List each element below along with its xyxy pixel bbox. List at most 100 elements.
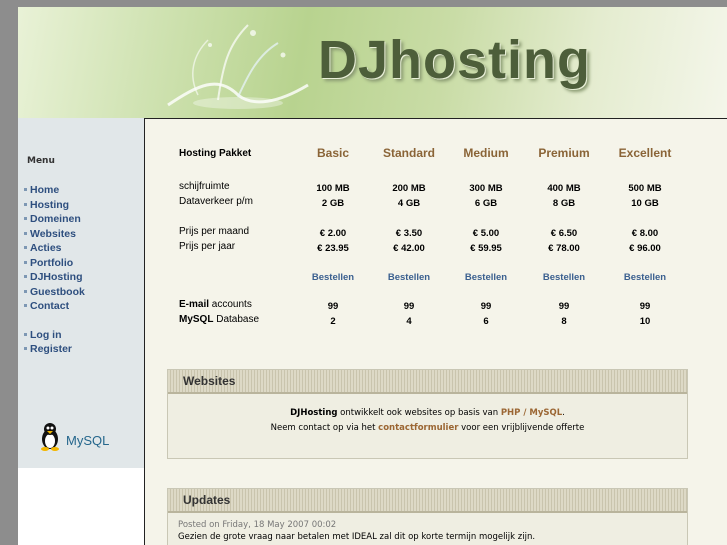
order-button-standard[interactable]: Bestellen — [374, 272, 444, 283]
value-cell: 99 — [558, 301, 570, 312]
value-cell: 2 — [330, 316, 336, 327]
bullet-icon — [24, 347, 27, 350]
bullet-icon — [24, 188, 27, 191]
row-label-email-bold: E-mail — [179, 299, 210, 310]
sidebar-item-label: Websites — [30, 227, 76, 240]
sidebar-item-home[interactable]: Home — [24, 183, 85, 198]
value-cell: 400 MB — [547, 183, 581, 194]
plan-header-standard: Standard — [382, 146, 435, 160]
sidebar-item-hosting[interactable]: Hosting — [24, 198, 85, 213]
value-cell: 4 — [406, 316, 412, 327]
websites-text: Neem contact op via het — [270, 423, 379, 433]
bullet-icon — [24, 231, 27, 235]
websites-line-1: DJHosting ontwikkelt ook websites op bas… — [168, 406, 687, 421]
site-logo[interactable]: DJhosting — [318, 29, 591, 91]
php-mysql-link[interactable]: PHP / MySQL — [501, 408, 562, 418]
sidebar-item-label: Contact — [30, 300, 70, 312]
websites-text-end: . — [562, 408, 565, 418]
sidebar-item-guestbook[interactable]: Guestbook — [24, 285, 85, 300]
sidebar-item-domeinen[interactable]: Domeinen — [24, 212, 85, 227]
bullet-icon — [24, 260, 27, 264]
websites-text: ontwikkelt ook websites op basis van — [337, 408, 501, 418]
sidebar-item-portfolio[interactable]: Portfolio — [24, 256, 85, 271]
sidebar-item-djhosting[interactable]: DJHosting — [24, 270, 85, 285]
row-label-mysql-bold: MySQL — [179, 314, 214, 325]
contactformulier-link[interactable]: contactformulier — [378, 423, 458, 433]
value-cell: 10 — [639, 316, 651, 327]
plan-header-excellent: Excellent — [618, 146, 672, 160]
row-label-prijs-jaar: Prijs per jaar — [179, 241, 236, 252]
bullet-icon — [24, 246, 27, 249]
technology-badges: MySQL — [34, 421, 138, 453]
order-button-premium[interactable]: Bestellen — [529, 272, 599, 283]
value-cell: € 96.00 — [629, 243, 661, 254]
value-cell: 4 GB — [397, 198, 421, 209]
menu-title: Menu — [27, 156, 55, 166]
value-cell: 8 GB — [552, 198, 576, 209]
bullet-icon — [24, 275, 27, 278]
bullet-icon — [24, 304, 27, 307]
update-entry: Posted on Friday, 18 May 2007 00:02 Gezi… — [168, 513, 687, 543]
value-cell: 8 — [561, 316, 567, 327]
value-cell: € 8.00 — [631, 228, 659, 239]
row-label-email: E-mail accounts — [179, 299, 252, 310]
water-splash-graphic — [167, 24, 309, 109]
value-cell: € 59.95 — [470, 243, 502, 254]
page-frame: DJhosting Menu Home Hosting Domeinen Web… — [18, 7, 727, 545]
sidebar-item-login[interactable]: Log in — [24, 328, 85, 343]
updates-panel: Updates Posted on Friday, 18 May 2007 00… — [167, 488, 688, 545]
websites-panel-body: DJHosting ontwikkelt ook websites op bas… — [168, 394, 687, 436]
row-label-mysql: MySQL Database — [179, 314, 259, 325]
value-cell: 300 MB — [469, 183, 503, 194]
linux-penguin-icon — [41, 423, 59, 451]
updates-panel-title: Updates — [168, 489, 687, 513]
pricing-header-label: Hosting Pakket — [179, 148, 252, 159]
row-label-dataverkeer: Dataverkeer p/m — [179, 196, 253, 207]
order-button-basic[interactable]: Bestellen — [298, 272, 368, 283]
header-banner: DJhosting — [18, 7, 727, 118]
sidebar-item-label: Hosting — [30, 198, 70, 211]
sidebar-item-websites[interactable]: Websites — [24, 227, 85, 242]
value-cell: 500 MB — [628, 183, 662, 194]
websites-panel-title: Websites — [168, 370, 687, 394]
value-cell: € 42.00 — [393, 243, 425, 254]
plan-header-basic: Basic — [316, 146, 350, 160]
websites-panel: Websites DJHosting ontwikkelt ook websit… — [167, 369, 688, 459]
value-cell: 99 — [639, 301, 651, 312]
sidebar-item-acties[interactable]: Acties — [24, 241, 85, 256]
value-cell: € 23.95 — [317, 243, 349, 254]
update-text: Gezien de grote vraag naar betalen met I… — [178, 532, 536, 542]
bullet-icon — [24, 217, 27, 220]
order-button-medium[interactable]: Bestellen — [451, 272, 521, 283]
plan-header-medium: Medium — [463, 146, 509, 160]
mysql-logo-text: MySQL — [66, 433, 110, 448]
bullet-icon — [24, 202, 27, 206]
main-content: Hosting Pakket Basic Standard Medium Pre… — [144, 118, 727, 545]
sidebar-item-label: DJHosting — [30, 271, 83, 283]
value-cell: 99 — [480, 301, 492, 312]
sidebar-item-label: Register — [30, 343, 73, 355]
websites-line-2: Neem contact op via het contactformulier… — [168, 421, 687, 436]
row-label-schijfruimte: schijfruimte — [179, 181, 230, 192]
row-label-email-rest: accounts — [209, 299, 252, 310]
bullet-icon — [24, 332, 27, 336]
bullet-icon — [24, 289, 27, 293]
value-cell: 200 MB — [392, 183, 426, 194]
plan-header-premium: Premium — [538, 146, 590, 160]
value-cell: € 5.00 — [472, 228, 500, 239]
mysql-logo: MySQL — [66, 433, 109, 448]
value-cell: 10 GB — [631, 198, 659, 209]
row-label-prijs-maand: Prijs per maand — [179, 226, 250, 237]
sidebar-item-label: Home — [30, 184, 60, 196]
value-cell: € 6.50 — [550, 228, 578, 239]
value-cell: € 3.50 — [395, 228, 423, 239]
sidebar-item-contact[interactable]: Contact — [24, 299, 85, 314]
value-cell: 100 MB — [316, 183, 350, 194]
sidebar-item-label: Log in — [30, 328, 62, 341]
row-label-mysql-rest: Database — [213, 314, 260, 325]
sidebar-item-register[interactable]: Register — [24, 342, 85, 357]
value-cell: 6 GB — [474, 198, 498, 209]
sidebar-item-label: Acties — [30, 242, 62, 254]
value-cell: € 2.00 — [319, 228, 347, 239]
order-button-excellent[interactable]: Bestellen — [610, 272, 680, 283]
